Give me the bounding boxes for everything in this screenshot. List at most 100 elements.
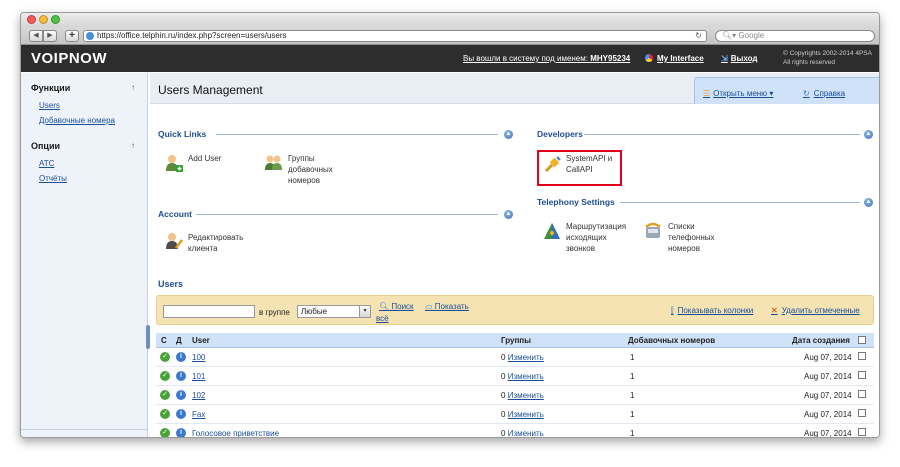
my-interface-link[interactable]: My Interface xyxy=(645,54,704,63)
quick-links-toggle-icon[interactable]: ▲ xyxy=(504,130,513,139)
search-link[interactable]: 🔍︎ Поиск xyxy=(379,302,414,311)
user-link[interactable]: 101 xyxy=(192,372,205,381)
help-link[interactable]: ↻ Справка xyxy=(803,89,845,98)
logged-in-user: MHY95234 xyxy=(590,54,631,63)
copyright: © Copyrights 2002-2014 4PSA All rights r… xyxy=(783,49,872,67)
sidebar-item-pbx[interactable]: АТС xyxy=(39,159,54,168)
col-created-header[interactable]: Дата создания xyxy=(792,336,850,345)
telephony-toggle-icon[interactable]: ▲ xyxy=(864,198,873,207)
row-checkbox[interactable] xyxy=(858,352,866,360)
delete-selected-link[interactable]: ✕ Удалить отмеченные xyxy=(771,306,860,315)
table-row: ✓ i 100 0 Изменить 1 Aug 07, 2014 xyxy=(156,348,874,367)
user-link[interactable]: Голосовое приветствие xyxy=(192,429,279,437)
user-link[interactable]: Fax xyxy=(192,410,205,419)
address-bar[interactable]: https://office.telphin.ru/index.php?scre… xyxy=(83,30,707,42)
groups-edit-link[interactable]: Изменить xyxy=(508,429,544,437)
reload-icon[interactable]: ↻ xyxy=(695,31,702,41)
sidebar-item-extensions[interactable]: Добавочные номера xyxy=(39,116,115,125)
edit-client-link[interactable]: Редактировать клиента xyxy=(188,232,243,254)
status-ok-icon[interactable]: ✓ xyxy=(160,371,170,381)
close-window-button[interactable] xyxy=(27,15,36,24)
details-icon[interactable]: i xyxy=(176,390,186,400)
help-label: Справка xyxy=(813,89,846,98)
sidebar-item-reports[interactable]: Отчёты xyxy=(39,174,67,183)
page-title-bar: Users Management ☰ Открыть меню ▾ ↻ Справк… xyxy=(150,73,879,104)
details-icon[interactable]: i xyxy=(176,352,186,362)
row-checkbox[interactable] xyxy=(858,390,866,398)
sidebar-item-users[interactable]: Users xyxy=(39,101,60,110)
status-ok-icon[interactable]: ✓ xyxy=(160,390,170,400)
open-menu-label: Открыть меню xyxy=(713,89,768,98)
groups-edit-link[interactable]: Изменить xyxy=(508,353,544,362)
show-all-link-part-2[interactable]: всё xyxy=(376,314,389,323)
col-groups-header[interactable]: Группы xyxy=(501,336,531,345)
logout-link[interactable]: ⇲ Выход xyxy=(721,54,757,63)
add-user-icon[interactable] xyxy=(164,153,184,173)
zoom-window-button[interactable] xyxy=(51,15,60,24)
row-checkbox[interactable] xyxy=(858,409,866,417)
copyright-line-1: © Copyrights 2002-2014 4PSA xyxy=(783,50,872,57)
outgoing-routing-link[interactable]: Маршрутизация исходящих звонков xyxy=(566,221,626,254)
collapse-functions-icon[interactable]: ↑ xyxy=(131,83,135,92)
extension-groups-line-3: номеров xyxy=(288,176,320,185)
extensions-count: 1 xyxy=(630,391,635,400)
show-all-link[interactable]: ▭ Показать xyxy=(425,302,469,311)
status-ok-icon[interactable]: ✓ xyxy=(160,352,170,362)
col-extensions-header[interactable]: Добавочных номеров xyxy=(628,336,715,345)
phone-list-icon[interactable] xyxy=(643,221,663,241)
row-checkbox[interactable] xyxy=(858,428,866,436)
groups-count: 0 xyxy=(501,353,506,362)
logged-in-link[interactable]: Вы вошли в систему под именем: MHY95234 xyxy=(463,54,630,63)
details-icon[interactable]: i xyxy=(176,409,186,419)
users-search-input[interactable] xyxy=(163,305,255,318)
voipnow-logo[interactable]: VOIPNOW xyxy=(31,50,107,67)
api-link[interactable]: SystemAPI и CallAPI xyxy=(566,153,612,175)
sidebar-functions-title: Функции xyxy=(31,83,71,93)
search-link-label: Поиск xyxy=(391,302,414,311)
status-ok-icon[interactable]: ✓ xyxy=(160,428,170,437)
extension-groups-link[interactable]: Группы добавочных номеров xyxy=(288,153,333,186)
extensions-count: 1 xyxy=(630,429,635,438)
groups-edit-link[interactable]: Изменить xyxy=(508,372,544,381)
groups-edit-link[interactable]: Изменить xyxy=(508,410,544,419)
edit-client-icon[interactable] xyxy=(164,231,184,251)
quick-links-divider xyxy=(216,134,498,135)
account-divider xyxy=(196,214,498,215)
page-title: Users Management xyxy=(158,83,263,97)
add-user-link[interactable]: Add User xyxy=(188,153,221,164)
add-bookmark-button[interactable]: + xyxy=(65,30,79,42)
account-toggle-icon[interactable]: ▲ xyxy=(504,210,513,219)
table-row: ✓ i 101 0 Изменить 1 Aug 07, 2014 xyxy=(156,367,874,386)
select-all-checkbox[interactable] xyxy=(858,336,866,344)
browser-search-field[interactable]: 🔍︎▾ Google xyxy=(715,30,875,42)
browser-toolbar: ◀ ▶ + https://office.telphin.ru/index.ph… xyxy=(21,27,879,45)
details-icon[interactable]: i xyxy=(176,371,186,381)
in-group-label: в группе xyxy=(259,308,290,317)
api-plug-icon[interactable] xyxy=(543,154,563,174)
open-menu-link[interactable]: ☰ Открыть меню ▾ xyxy=(703,89,773,98)
extension-groups-icon[interactable] xyxy=(264,153,284,173)
details-icon[interactable]: i xyxy=(176,428,186,437)
collapse-options-icon[interactable]: ↑ xyxy=(131,141,135,150)
minimize-window-button[interactable] xyxy=(39,15,48,24)
phone-lists-line-3: номеров xyxy=(668,244,700,253)
col-user-header[interactable]: User xyxy=(192,336,210,345)
user-link[interactable]: 100 xyxy=(192,353,205,362)
developers-toggle-icon[interactable]: ▲ xyxy=(864,130,873,139)
show-columns-link[interactable]: ⫿ Показывать колонки xyxy=(671,306,753,316)
status-ok-icon[interactable]: ✓ xyxy=(160,409,170,419)
col-details-header[interactable]: Д xyxy=(176,336,182,345)
left-sidebar: Функции ↑ Users Добавочные номера Опции … xyxy=(21,73,150,437)
back-button[interactable]: ◀ xyxy=(29,30,43,42)
routing-map-icon[interactable] xyxy=(542,221,562,241)
group-select[interactable]: Любые ▾ xyxy=(297,305,371,318)
groups-edit-link[interactable]: Изменить xyxy=(508,391,544,400)
created-date: Aug 07, 2014 xyxy=(804,391,852,400)
row-checkbox[interactable] xyxy=(858,371,866,379)
forward-button[interactable]: ▶ xyxy=(43,30,57,42)
col-status-header[interactable]: С xyxy=(161,336,167,345)
user-link[interactable]: 102 xyxy=(192,391,205,400)
phone-lists-line-2: телефонных xyxy=(668,233,715,242)
phone-lists-link[interactable]: Списки телефонных номеров xyxy=(668,221,715,254)
table-row: ✓ i Голосовое приветствие 0 Изменить 1 A… xyxy=(156,424,874,438)
